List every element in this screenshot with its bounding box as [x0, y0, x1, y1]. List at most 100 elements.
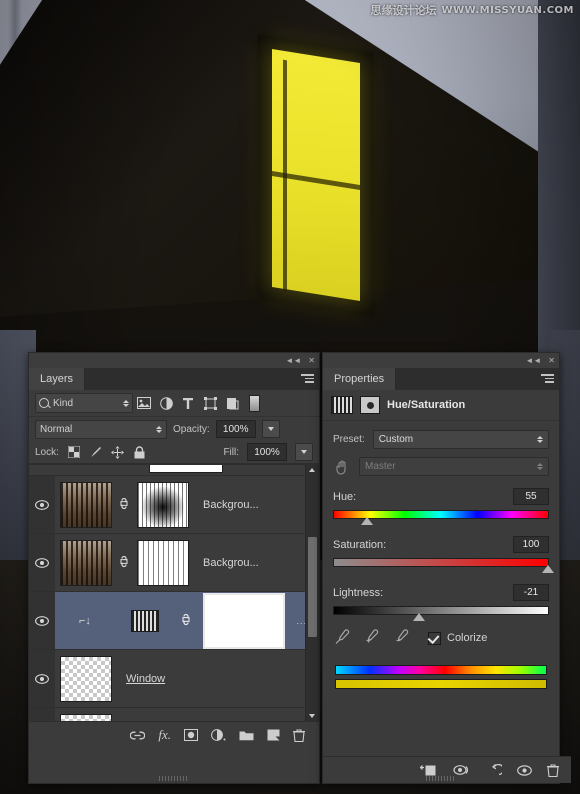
lightness-slider[interactable]: [333, 606, 549, 615]
chevron-updown-icon: [156, 426, 162, 433]
opacity-value[interactable]: 100%: [216, 420, 256, 438]
link-icon[interactable]: [119, 497, 129, 513]
channel-row: Master: [323, 457, 559, 476]
channel-value: Master: [365, 461, 396, 472]
smartobject-filter-icon[interactable]: [221, 393, 243, 413]
layer-thumbnail[interactable]: [60, 482, 112, 528]
layer-mask-thumbnail[interactable]: [137, 540, 189, 586]
tab-layers[interactable]: Layers: [29, 368, 85, 390]
layer-visibility-toggle[interactable]: [29, 708, 55, 721]
filter-enable-toggle[interactable]: [249, 395, 260, 412]
layer-visibility-toggle[interactable]: [29, 534, 55, 591]
layers-panel-body: Kind Normal: [29, 390, 319, 748]
lightness-label: Lightness:: [333, 587, 383, 599]
tab-filler: [396, 368, 559, 390]
saturation-slider-knob[interactable]: [542, 565, 554, 573]
tab-filler: [85, 368, 319, 390]
preset-select[interactable]: Custom: [373, 430, 549, 449]
delete-adjustment-icon[interactable]: [547, 764, 559, 777]
hue-slider[interactable]: [333, 510, 549, 519]
chevron-updown-icon: [537, 436, 543, 443]
toggle-visibility-icon[interactable]: [453, 764, 472, 776]
colorize-checkbox[interactable]: [428, 632, 441, 645]
layer-name[interactable]: Backgrou...: [203, 499, 259, 511]
shape-filter-icon[interactable]: [199, 393, 221, 413]
watermark-cn: 思缘设计论坛: [371, 2, 437, 18]
eyedropper-add-icon[interactable]: [364, 629, 380, 647]
clip-to-layer-icon[interactable]: [420, 764, 438, 777]
adjustment-layer-icon[interactable]: [360, 396, 380, 414]
eyedropper-subtract-icon[interactable]: [394, 629, 410, 647]
onimage-adjust-icon[interactable]: [333, 458, 351, 476]
layer-name[interactable]: Window: [126, 673, 165, 685]
adjustment-thumbnail[interactable]: [131, 610, 159, 632]
filter-kind-label: Kind: [53, 398, 73, 409]
type-filter-icon[interactable]: [177, 393, 199, 413]
table-row[interactable]: Backgrou...: [29, 476, 319, 534]
new-adjustment-icon[interactable]: [211, 729, 226, 741]
lock-all-icon[interactable]: [133, 445, 147, 459]
adjustment-filter-icon[interactable]: [155, 393, 177, 413]
table-row[interactable]: Window: [29, 650, 319, 708]
table-row[interactable]: Backgrou...: [29, 534, 319, 592]
opacity-stepper[interactable]: [262, 420, 280, 438]
eyedropper-icon[interactable]: [335, 629, 350, 647]
close-icon[interactable]: ✕: [548, 357, 555, 365]
fill-stepper[interactable]: [295, 443, 313, 461]
fill-value[interactable]: 100%: [247, 443, 287, 461]
pixel-filter-icon[interactable]: [133, 393, 155, 413]
layer-list[interactable]: Backgrou... Backgrou... ⌐↓: [29, 464, 319, 721]
filter-kind-select[interactable]: Kind: [35, 393, 133, 413]
layer-thumbnail[interactable]: [60, 656, 112, 702]
tab-properties[interactable]: Properties: [323, 368, 396, 390]
reset-icon[interactable]: [487, 764, 502, 777]
layer-thumbnail[interactable]: [60, 714, 112, 722]
layer-mask-thumbnail[interactable]: [203, 593, 285, 649]
hue-slider-knob[interactable]: [361, 517, 373, 525]
collapse-icon[interactable]: ◄◄: [285, 357, 301, 365]
close-icon[interactable]: ✕: [308, 357, 315, 365]
adjustment-header: Hue/Saturation: [323, 390, 559, 421]
link-icon[interactable]: [181, 613, 191, 629]
saturation-slider[interactable]: [333, 558, 549, 567]
clipping-mask-icon: ⌐↓: [79, 615, 91, 627]
scroll-down-arrow[interactable]: [309, 714, 315, 718]
lock-image-icon[interactable]: [89, 445, 103, 459]
channel-select[interactable]: Master: [359, 457, 549, 476]
table-row[interactable]: Gradient Fog: [29, 708, 319, 721]
panel-resize-grip[interactable]: [426, 776, 456, 781]
layer-visibility-toggle[interactable]: [29, 650, 55, 707]
hue-value[interactable]: 55: [513, 488, 549, 505]
layer-thumbnail[interactable]: [60, 540, 112, 586]
scroll-up-arrow[interactable]: [309, 468, 315, 472]
new-group-icon[interactable]: [239, 729, 254, 741]
preview-eye-icon[interactable]: [517, 765, 532, 776]
blend-mode-select[interactable]: Normal: [35, 420, 167, 439]
link-icon[interactable]: [119, 555, 129, 571]
link-layers-icon[interactable]: [130, 731, 145, 740]
table-row[interactable]: ⌐↓ ...: [29, 592, 319, 650]
scrollbar-thumb[interactable]: [308, 537, 317, 637]
panel-menu-icon[interactable]: [301, 374, 314, 384]
saturation-value[interactable]: 100: [513, 536, 549, 553]
add-mask-icon[interactable]: [184, 729, 198, 741]
layer-mask-thumbnail[interactable]: [137, 482, 189, 528]
layer-list-scrollbar[interactable]: [305, 465, 319, 721]
lock-transparent-icon[interactable]: [67, 445, 81, 459]
layer-visibility-toggle[interactable]: [29, 592, 55, 649]
fx-icon[interactable]: fx.: [158, 727, 171, 743]
panel-menu-icon[interactable]: [541, 374, 554, 384]
lightness-slider-knob[interactable]: [413, 613, 425, 621]
panel-resize-grip[interactable]: [159, 776, 189, 781]
spectrum-bar-selected: [335, 679, 547, 689]
lightness-value[interactable]: -21: [513, 584, 549, 601]
delete-layer-icon[interactable]: [293, 729, 305, 742]
collapse-icon[interactable]: ◄◄: [525, 357, 541, 365]
spectrum-bar-full: [335, 665, 547, 675]
layer-name[interactable]: Backgrou...: [203, 557, 259, 569]
layer-row-partial[interactable]: [29, 465, 319, 476]
layer-visibility-toggle[interactable]: [29, 476, 55, 533]
lock-position-icon[interactable]: [111, 445, 125, 459]
properties-panel-titlebar: ◄◄ ✕: [323, 353, 559, 368]
new-layer-icon[interactable]: [267, 729, 280, 741]
